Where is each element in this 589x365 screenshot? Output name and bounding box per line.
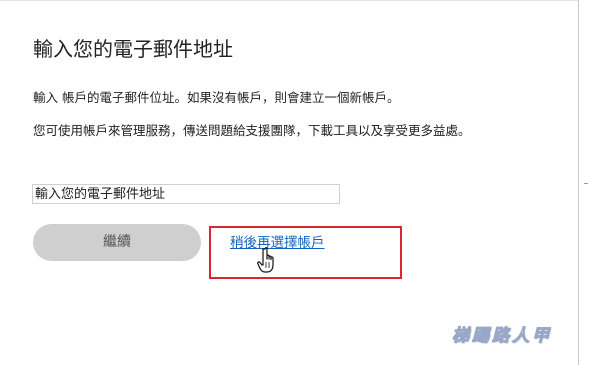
- dialog-top-divider: [0, 0, 578, 1]
- scrollbar-edge-marker: [584, 183, 588, 184]
- dialog-title: 輸入您的電子郵件地址: [33, 37, 233, 61]
- page: 輸入您的電子郵件地址 輸入 帳戶的電子郵件位址。如果沒有帳戶，則會建立一個新帳戶…: [0, 0, 589, 365]
- account-dialog: 輸入您的電子郵件地址 輸入 帳戶的電子郵件位址。如果沒有帳戶，則會建立一個新帳戶…: [0, 0, 579, 365]
- hand-pointer-icon: [254, 246, 280, 274]
- dialog-description-2: 您可使用帳戶來管理服務，傳送問題給支援團隊，下載工具以及享受更多益處。: [33, 123, 471, 138]
- dialog-description-1: 輸入 帳戶的電子郵件位址。如果沒有帳戶，則會建立一個新帳戶。: [33, 90, 400, 105]
- watermark-text: 梯踢路人甲: [452, 326, 552, 347]
- email-input[interactable]: [32, 184, 340, 204]
- continue-button[interactable]: 繼續: [33, 224, 201, 261]
